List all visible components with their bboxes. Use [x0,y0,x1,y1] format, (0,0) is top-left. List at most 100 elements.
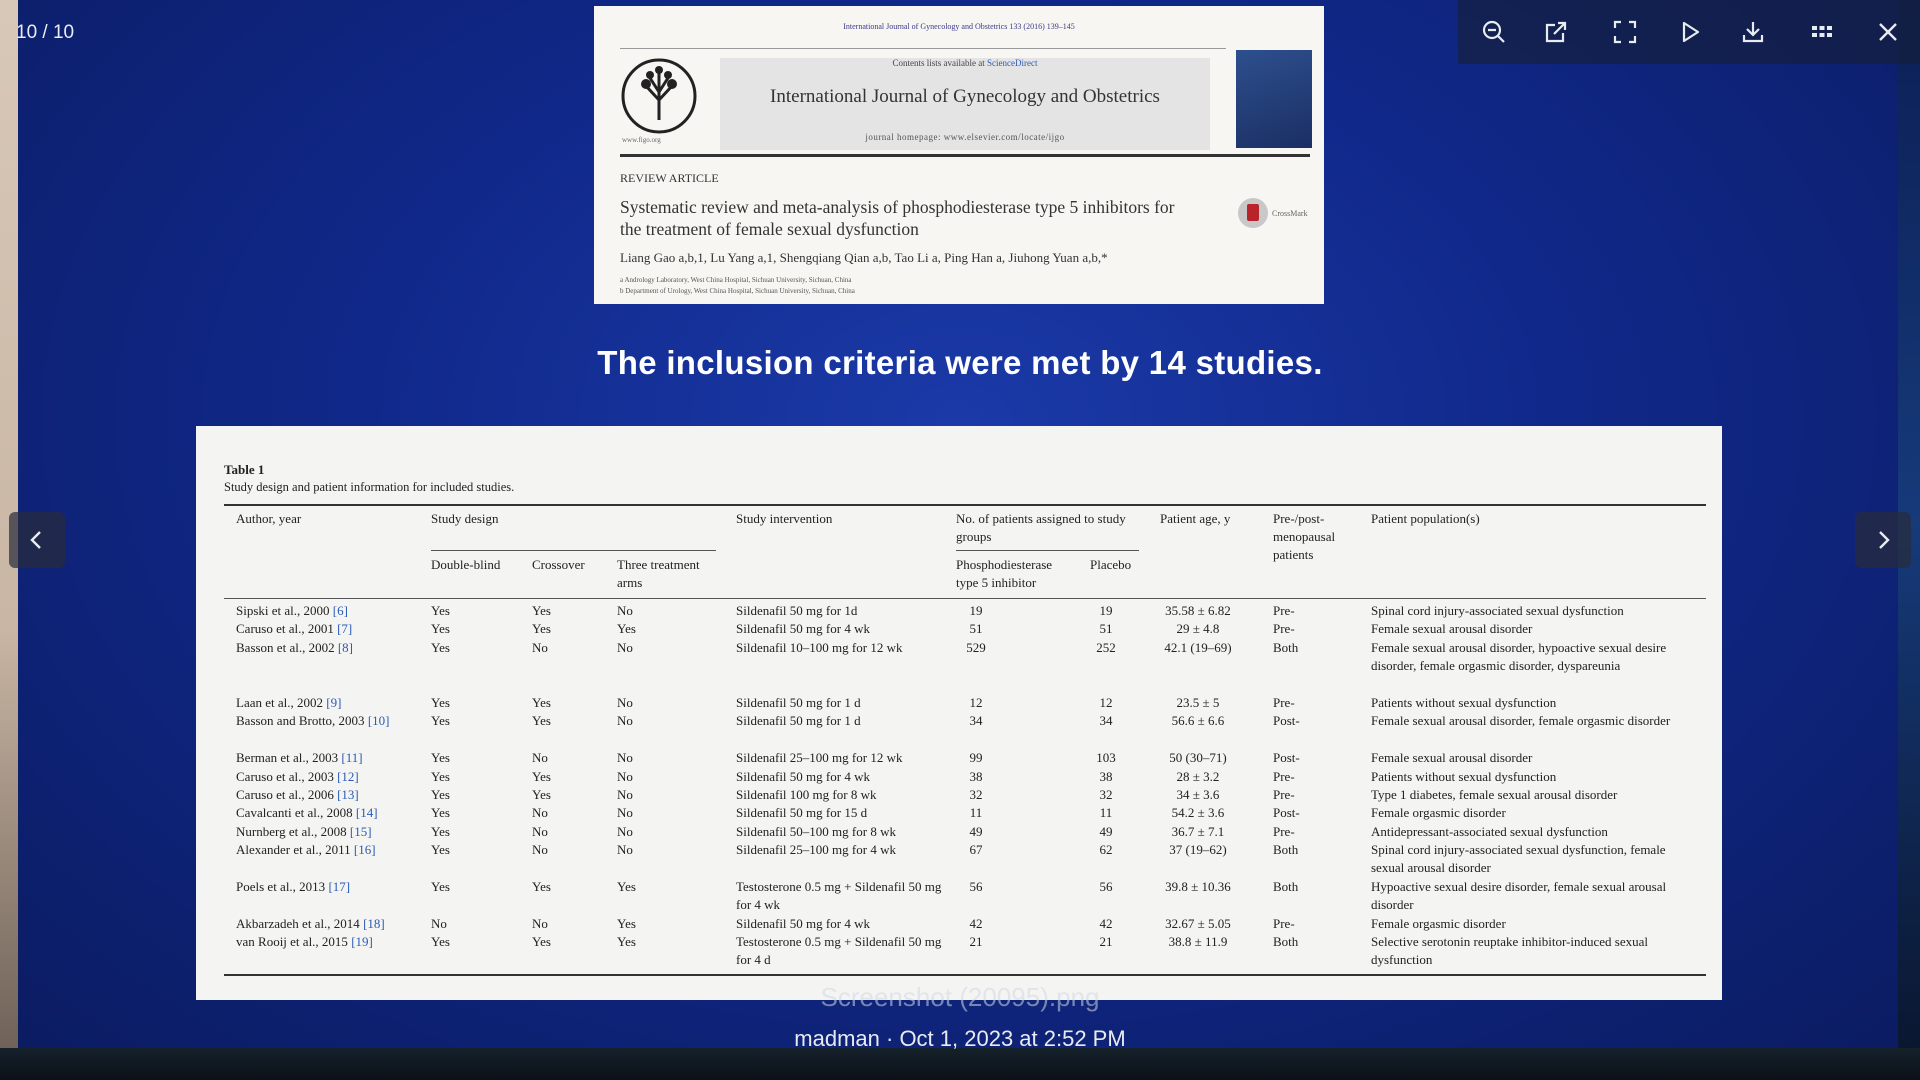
table-subtitle: Study design and patient information for… [224,480,515,494]
reference-link[interactable]: [14] [356,805,378,820]
cell-author: Basson et al., 2002 [8] [236,639,353,657]
author-name: Caruso et al., 2001 [236,621,334,637]
cell-intervention: Sildenafil 50 mg for 1 d [736,695,861,710]
author-name: Nurnberg et al., 2008 [236,823,347,839]
author-name: Cavalcanti et al., 2008 [236,805,353,821]
zoom-out-button[interactable] [1472,10,1516,54]
cell-age: 50 (30–71) [1169,750,1227,766]
reference-link[interactable]: [18] [363,916,385,931]
cell-age: 39.8 ± 10.36 [1165,879,1231,894]
contents-line: Contents lists available at ScienceDirec… [720,58,1210,68]
reference-link[interactable]: [15] [350,824,372,839]
cell-meno: Post- [1273,805,1300,821]
viewer-stage: International Journal of Gynecology and … [0,0,1920,1080]
cell-meno: Pre- [1273,823,1295,839]
header-author: Author, year [236,511,302,526]
cell-placebo: 19 [1099,603,1113,618]
author-name: Akbarzadeh et al., 2014 [236,915,360,931]
author-name: Basson et al., 2002 [236,639,335,655]
cell-meno: Pre- [1273,915,1295,931]
cell-co: Yes [532,713,551,729]
cell-placebo: 11 [1099,805,1113,821]
header-double-blind: Double-blind [431,557,501,572]
cell-ta: No [617,750,633,766]
cell-intervention: Sildenafil 10–100 mg for 12 wk [736,639,903,655]
cell-population: Female sexual arousal disorder [1371,750,1533,766]
cell-co: No [532,842,548,858]
viewer-toolbar [1458,0,1920,64]
author-name: van Rooij et al., 2015 [236,934,348,950]
cell-db: Yes [431,713,450,729]
cell-co: Yes [532,603,551,618]
table-header-rule [224,598,1706,599]
fullscreen-icon [1613,20,1637,44]
cell-db: Yes [431,639,450,655]
journal-homepage: journal homepage: www.elsevier.com/locat… [865,132,1065,142]
table-bottom-rule [224,974,1706,976]
reference-link[interactable]: [10] [368,713,390,728]
journal-title: International Journal of Gynecology and … [770,86,1160,107]
cell-intervention: Sildenafil 50–100 mg for 8 wk [736,823,896,839]
cell-db: Yes [431,695,450,710]
grid-view-button[interactable] [1800,10,1844,54]
cell-author: Berman et al., 2003 [11] [236,749,363,767]
cell-author: Caruso et al., 2006 [13] [236,786,359,804]
close-button[interactable] [1866,10,1910,54]
cell-db: Yes [431,621,450,637]
cell-db: Yes [431,879,450,894]
cell-db: Yes [431,823,450,839]
cell-author: Caruso et al., 2001 [7] [236,620,352,638]
fullscreen-button[interactable] [1603,10,1647,54]
affiliation-a: a Andrology Laboratory, West China Hospi… [620,276,852,284]
cell-ta: No [617,805,633,821]
reference-link[interactable]: [8] [338,640,353,655]
cell-co: Yes [532,695,551,710]
reference-link[interactable]: [11] [341,750,362,765]
cell-author: Cavalcanti et al., 2008 [14] [236,804,378,822]
cell-age: 42.1 (19–69) [1164,639,1232,655]
author-name: Sipski et al., 2000 [236,603,330,618]
cell-pde5: 19 [969,603,983,618]
slideshow-play-button[interactable] [1668,10,1712,54]
cell-placebo: 32 [1099,787,1113,802]
cell-population: Selective serotonin reuptake inhibitor-i… [1371,934,1648,968]
cell-population: Patients without sexual dysfunction [1371,768,1557,784]
open-external-button[interactable] [1534,10,1578,54]
reference-link[interactable]: [6] [333,603,348,618]
reference-link[interactable]: [12] [337,769,359,784]
reference-link[interactable]: [7] [337,621,352,636]
reference-link[interactable]: [13] [337,787,359,802]
reference-link[interactable]: [19] [351,934,373,949]
cell-author: Poels et al., 2013 [17] [236,878,350,896]
article-authors: Liang Gao a,b,1, Lu Yang a,1, Shengqiang… [620,250,1108,265]
previous-image-button[interactable] [9,512,65,568]
cell-population: Female orgasmic disorder [1371,805,1506,821]
cell-pde5: 529 [966,639,986,655]
cell-intervention: Sildenafil 100 mg for 8 wk [736,787,877,802]
figo-logo-icon [621,58,697,134]
open-external-icon [1545,21,1567,43]
grid-icon [1812,26,1832,37]
cell-db: Yes [431,768,450,784]
cell-placebo: 42 [1099,915,1113,931]
reference-link[interactable]: [17] [328,879,350,894]
cell-placebo: 38 [1099,768,1113,784]
cell-ta: No [617,695,633,710]
next-image-button[interactable] [1855,512,1911,568]
cell-author: Laan et al., 2002 [9] [236,694,341,712]
cell-pde5: 67 [969,842,983,858]
cell-ta: No [617,842,633,858]
header-three-arms: Three treatment arms [617,557,700,590]
header-menopausal: Pre-/post-menopausal patients [1273,511,1336,562]
cell-ta: No [617,603,633,618]
reference-link[interactable]: [9] [326,695,341,710]
download-button[interactable] [1731,10,1775,54]
cell-ta: Yes [617,934,636,950]
cell-age: 35.58 ± 6.82 [1165,603,1231,618]
cell-co: No [532,639,548,655]
reference-link[interactable]: [16] [354,842,376,857]
cell-intervention: Testosterone 0.5 mg + Sildenafil 50 mg f… [736,879,942,912]
article-header-image: International Journal of Gynecology and … [594,6,1324,304]
cell-meno: Pre- [1273,768,1295,784]
cell-age: 56.6 ± 6.6 [1171,713,1225,729]
